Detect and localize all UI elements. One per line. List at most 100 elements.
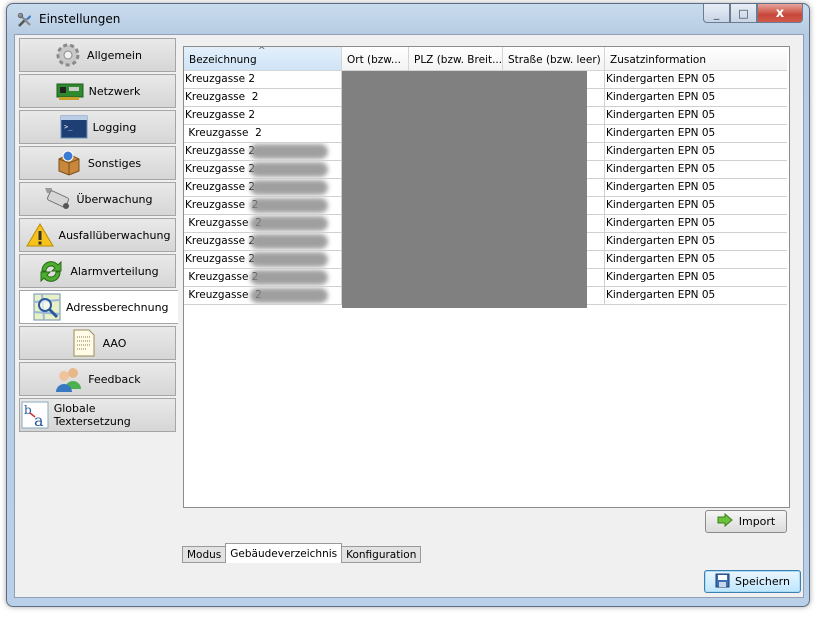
column-header-zusatzinformation[interactable]: Zusatzinformation (605, 47, 787, 70)
import-button[interactable]: Import (705, 510, 787, 533)
table-cell: Kindergarten EPN 05 (606, 109, 716, 121)
column-header-bezeichnung[interactable]: ^ Bezeichnung (184, 47, 342, 70)
blurred-text (250, 144, 328, 159)
svg-text:a: a (34, 411, 44, 429)
minimize-button[interactable]: _ (703, 4, 730, 23)
table-cell: Kindergarten EPN 05 (606, 217, 716, 229)
building-table: ^ Bezeichnung Ort (bzw... PLZ (bzw. Breit… (183, 46, 790, 508)
blurred-text (250, 198, 328, 213)
column-header-ort[interactable]: Ort (bzw... (342, 47, 409, 70)
table-cell: Kreuzgasse 2 (184, 161, 342, 178)
table-cell: Kreuzgasse 2 (184, 71, 342, 88)
warning-icon (25, 221, 55, 249)
network-card-icon (55, 77, 85, 105)
nav-label: Überwachung (76, 192, 153, 206)
nav-label: Adressberechnung (66, 300, 169, 314)
nav-label: Ausfallüberwachung (58, 228, 171, 242)
table-cell: Kindergarten EPN 05 (606, 235, 716, 247)
table-cell: Kindergarten EPN 05 (606, 253, 716, 265)
blurred-text (250, 216, 328, 231)
table-cell: Kreuzgasse 2 (184, 287, 342, 304)
arrow-right-icon (717, 512, 733, 530)
table-cell: Kindergarten EPN 05 (606, 163, 716, 175)
table-header: ^ Bezeichnung Ort (bzw... PLZ (bzw. Breit… (184, 47, 787, 71)
table-cell: Kreuzgasse 2 (184, 197, 342, 214)
svg-text:b: b (24, 403, 32, 417)
nav-item-allgemein[interactable]: Allgemein (19, 38, 176, 72)
blurred-text (250, 162, 328, 177)
table-cell: Kindergarten EPN 05 (606, 289, 716, 301)
nav-item-adressberechnung[interactable]: Adressberechnung (19, 290, 179, 324)
settings-window: Einstellungen _ □ x Allgemein Netzwerk >… (6, 3, 810, 607)
nav-item-ausfallueberwachung[interactable]: Ausfallüberwachung (19, 218, 176, 252)
nav-label: AAO (102, 336, 127, 350)
nav-label: Feedback (88, 372, 141, 386)
blurred-text (250, 252, 328, 267)
tools-icon (17, 12, 33, 28)
table-cell: Kreuzgasse 2 (184, 143, 342, 160)
nav-label: Netzwerk (88, 84, 141, 98)
redacted-region (342, 71, 587, 308)
table-cell: Kindergarten EPN 05 (606, 181, 716, 193)
terminal-icon: >_ (59, 113, 89, 141)
blurred-text (250, 270, 328, 285)
table-cell: Kreuzgasse 2 (184, 125, 342, 142)
users-icon (54, 365, 84, 393)
nav-item-globale-textersetzung[interactable]: ba Globale Textersetzung (19, 398, 176, 432)
text-replace-icon: ba (20, 401, 50, 429)
save-button[interactable]: Speichern (704, 570, 801, 593)
table-cell: Kreuzgasse 2 (184, 251, 342, 268)
nav-label: Allgemein (87, 48, 142, 62)
settings-nav: Allgemein Netzwerk >_ Logging Sonstiges … (19, 38, 179, 434)
content-panel: ^ Bezeichnung Ort (bzw... PLZ (bzw. Breit… (178, 38, 800, 563)
nav-item-feedback[interactable]: Feedback (19, 362, 176, 396)
title-bar[interactable]: Einstellungen _ □ x (7, 4, 809, 34)
table-cell: Kindergarten EPN 05 (606, 145, 716, 157)
table-cell: Kreuzgasse 2 (184, 215, 342, 232)
sort-ascending-icon: ^ (258, 47, 266, 56)
table-cell: Kindergarten EPN 05 (606, 271, 716, 283)
nav-label: Sonstiges (87, 156, 142, 170)
table-cell: Kreuzgasse 2 (184, 233, 342, 250)
nav-label: Logging (92, 120, 137, 134)
blurred-text (250, 288, 328, 303)
svg-text:>_: >_ (64, 123, 73, 131)
tab-modus[interactable]: Modus (182, 546, 227, 563)
nav-label: Globale Textersetzung (53, 402, 131, 428)
tab-gebaeudeverzeichnis[interactable]: Gebäudeverzeichnis (225, 543, 343, 563)
gear-icon (53, 41, 83, 69)
nav-item-logging[interactable]: >_ Logging (19, 110, 176, 144)
tab-konfiguration[interactable]: Konfiguration (341, 546, 422, 563)
table-cell: Kindergarten EPN 05 (606, 91, 716, 103)
column-header-strasse[interactable]: Straße (bzw. leer) (503, 47, 605, 70)
minimize-icon: _ (713, 6, 720, 20)
camera-icon (42, 185, 72, 213)
save-label: Speichern (735, 575, 790, 588)
nav-item-aao[interactable]: AAO (19, 326, 176, 360)
save-disk-icon (715, 573, 730, 591)
nav-item-alarmverteilung[interactable]: Alarmverteilung (19, 254, 176, 288)
close-button[interactable]: x (757, 4, 803, 23)
table-cell: Kreuzgasse 2 (184, 89, 342, 106)
close-icon: x (775, 5, 785, 21)
tab-bar: Modus Gebäudeverzeichnis Konfiguration (182, 543, 422, 563)
maximize-icon: □ (738, 6, 749, 20)
maximize-button[interactable]: □ (730, 4, 757, 23)
table-cell: Kindergarten EPN 05 (606, 127, 716, 139)
table-cell: Kreuzgasse 2 (184, 179, 342, 196)
table-cell: Kreuzgasse 2 (184, 107, 342, 124)
import-label: Import (738, 515, 776, 528)
box-icon (54, 149, 84, 177)
table-cell: Kindergarten EPN 05 (606, 199, 716, 211)
client-area: Allgemein Netzwerk >_ Logging Sonstiges … (14, 34, 804, 598)
document-icon (69, 329, 99, 357)
table-cell: Kindergarten EPN 05 (606, 73, 716, 85)
table-cell: Kreuzgasse 2 (184, 269, 342, 286)
nav-label: Alarmverteilung (70, 264, 159, 278)
nav-item-netzwerk[interactable]: Netzwerk (19, 74, 176, 108)
nav-item-sonstiges[interactable]: Sonstiges (19, 146, 176, 180)
nav-item-ueberwachung[interactable]: Überwachung (19, 182, 176, 216)
column-header-plz[interactable]: PLZ (bzw. Breit... (409, 47, 503, 70)
arrows-cycle-icon (36, 257, 66, 285)
window-controls: _ □ x (703, 4, 803, 24)
